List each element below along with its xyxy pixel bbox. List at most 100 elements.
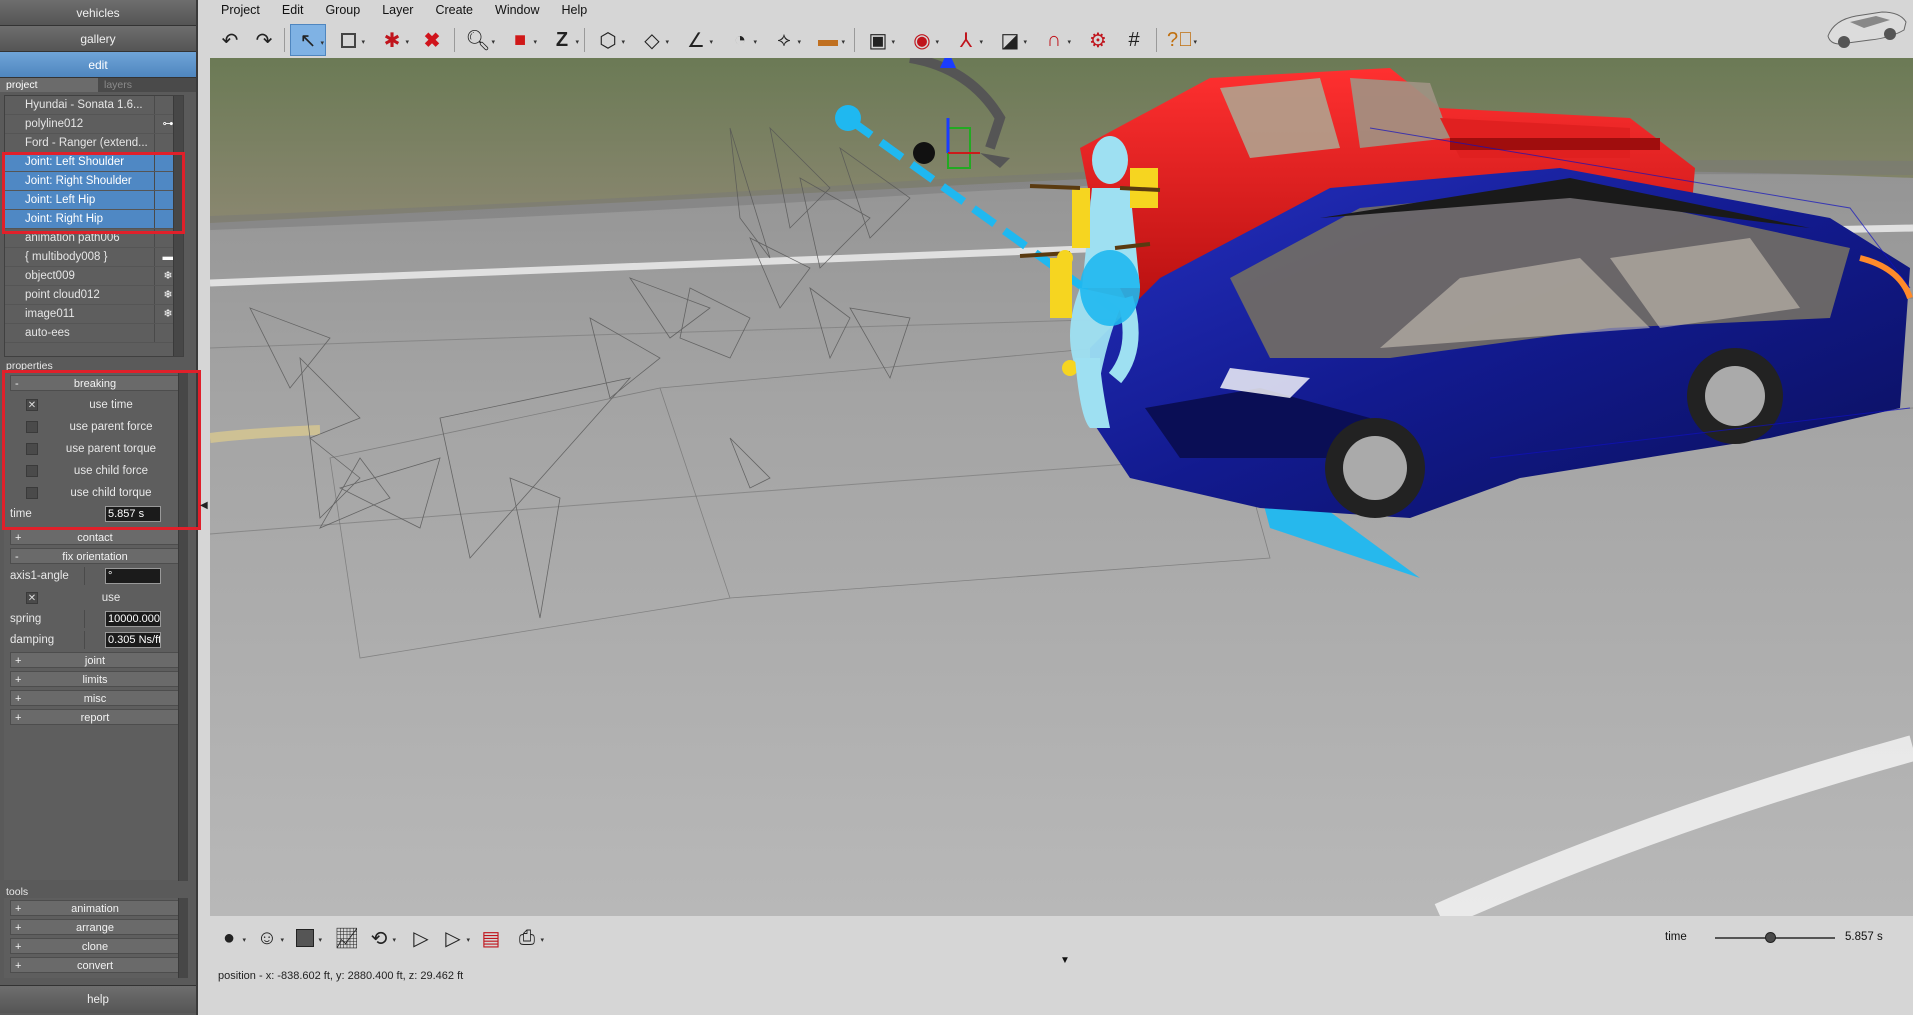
panel-collapse-arrow-icon[interactable]: ◀: [200, 500, 208, 512]
project-item[interactable]: animation path006: [5, 229, 183, 248]
menu-window[interactable]: Window: [484, 0, 550, 20]
project-item[interactable]: Ford - Ranger (extend...: [5, 134, 183, 153]
fix-orientation-use-row: ✕ use: [26, 592, 121, 604]
fix-orientation-use-checkbox[interactable]: ✕: [26, 592, 38, 604]
edit-button[interactable]: edit: [0, 52, 196, 78]
tab-layers[interactable]: layers: [98, 78, 138, 92]
project-item[interactable]: Hyundai - Sonata 1.6...: [5, 96, 183, 115]
project-item-label: object009: [25, 270, 75, 282]
box-icon[interactable]: ⬡ ▾: [590, 24, 626, 56]
menu-project[interactable]: Project: [210, 0, 271, 20]
redo-icon[interactable]: ↷: [246, 24, 282, 56]
contact-group-header[interactable]: + contact: [10, 529, 180, 545]
use-parent-force-checkbox[interactable]: [26, 421, 38, 433]
sphere-shading-icon[interactable]: ● ▾: [212, 922, 246, 954]
properties-scrollbar[interactable]: [178, 373, 188, 881]
damping-row: damping 0.305 Ns/ft: [6, 631, 178, 649]
cube-red-icon[interactable]: ■ ▾: [502, 24, 538, 56]
camera-frame-icon[interactable]: ▣ ▾: [860, 24, 896, 56]
delete-icon[interactable]: ✖: [414, 24, 450, 56]
project-item[interactable]: point cloud012 ❄: [5, 286, 183, 305]
time-slider-knob[interactable]: [1765, 932, 1777, 943]
gallery-button[interactable]: gallery: [0, 26, 196, 52]
project-list-scrollbar[interactable]: [173, 96, 183, 356]
fix-orientation-group-header[interactable]: - fix orientation: [10, 548, 180, 564]
limits-group-header[interactable]: + limits: [10, 671, 180, 687]
settings-gear-icon[interactable]: ⚙: [1080, 24, 1116, 56]
project-item[interactable]: image011 ❄: [5, 305, 183, 324]
menu-help[interactable]: Help: [550, 0, 598, 20]
project-item-selected[interactable]: Joint: Left Hip: [5, 191, 183, 210]
head-view-icon[interactable]: ☺ ▾: [250, 922, 284, 954]
tool-convert[interactable]: + convert: [10, 957, 180, 973]
gauge-icon[interactable]: ◔ ▾: [722, 24, 758, 56]
menu-layer[interactable]: Layer: [371, 0, 424, 20]
tools-scrollbar[interactable]: [178, 898, 188, 978]
help-question-icon[interactable]: ?⃝ ▾: [1162, 24, 1198, 56]
pin-icon[interactable]: ✱ ▾: [374, 24, 410, 56]
project-list: Hyundai - Sonata 1.6... polyline012 ⊶ For…: [4, 95, 184, 357]
tool-clone[interactable]: + clone: [10, 938, 180, 954]
use-child-torque-checkbox[interactable]: [26, 487, 38, 499]
project-item[interactable]: polyline012 ⊶: [5, 115, 183, 134]
report-group-header[interactable]: + report: [10, 709, 180, 725]
undo-icon[interactable]: ↶: [212, 24, 248, 56]
graph-icon[interactable]: 📈︎: [330, 922, 364, 954]
fold-icon[interactable]: ⟡ ▾: [766, 24, 802, 56]
axis1-angle-row: axis1-angle °: [6, 567, 178, 585]
zoom-icon[interactable]: 🔍︎ ▾: [460, 24, 496, 56]
background-color-icon[interactable]: ▾: [288, 922, 322, 954]
vehicles-button[interactable]: vehicles: [0, 0, 196, 26]
render-icon[interactable]: ◪ ▾: [992, 24, 1028, 56]
project-item-selected[interactable]: Joint: Right Hip: [5, 210, 183, 229]
use-child-torque-row: use child torque: [26, 483, 176, 503]
use-child-force-checkbox[interactable]: [26, 465, 38, 477]
tab-project[interactable]: project: [0, 78, 98, 92]
selection-rectangle-icon[interactable]: ▾: [330, 24, 366, 56]
menu-group[interactable]: Group: [314, 0, 371, 20]
magnet-icon[interactable]: ∩ ▾: [1036, 24, 1072, 56]
report-icon[interactable]: ▤: [474, 922, 508, 954]
play-options-icon[interactable]: ▷ ▾: [436, 922, 470, 954]
pdf-icon[interactable]: ⅄ ▾: [948, 24, 984, 56]
spring-input[interactable]: 10000.000: [105, 611, 161, 627]
expand-down-icon[interactable]: ▼: [1060, 955, 1070, 966]
project-item-selected[interactable]: Joint: Right Shoulder: [5, 172, 183, 191]
tool-arrange[interactable]: + arrange: [10, 919, 180, 935]
menu-create[interactable]: Create: [424, 0, 484, 20]
project-item-label: auto-ees: [25, 327, 70, 339]
print-icon[interactable]: ⎙ ▾: [510, 922, 544, 954]
measure-angle-icon[interactable]: ∠ ▾: [678, 24, 714, 56]
project-item[interactable]: object009 ❄: [5, 267, 183, 286]
project-item-label: animation path006: [25, 232, 120, 244]
plane-icon[interactable]: ◇ ▾: [634, 24, 670, 56]
record-icon[interactable]: ◉ ▾: [904, 24, 940, 56]
project-item[interactable]: auto-ees: [5, 324, 183, 343]
expand-icon: +: [15, 693, 22, 705]
path-settings-icon[interactable]: ⟲ ▾: [362, 922, 396, 954]
damping-input[interactable]: 0.305 Ns/ft: [105, 632, 161, 648]
expand-icon: +: [15, 712, 22, 724]
grid-icon[interactable]: #: [1116, 24, 1152, 56]
tool-animation[interactable]: + animation: [10, 900, 180, 916]
joint-group-header[interactable]: + joint: [10, 652, 180, 668]
z-axis-icon[interactable]: Z ▾: [544, 24, 580, 56]
collapse-icon: -: [15, 378, 19, 390]
project-item[interactable]: { multibody008 } ▬: [5, 248, 183, 267]
misc-group-header[interactable]: + misc: [10, 690, 180, 706]
breaking-group-header[interactable]: - breaking: [10, 375, 180, 391]
use-time-checkbox[interactable]: ✕: [26, 399, 38, 411]
axis1-angle-input[interactable]: °: [105, 568, 161, 584]
use-parent-torque-checkbox[interactable]: [26, 443, 38, 455]
time-label: time: [1665, 931, 1687, 943]
project-item-selected[interactable]: Joint: Left Shoulder: [5, 153, 183, 172]
play-icon[interactable]: ▷: [404, 922, 438, 954]
ruler-icon[interactable]: ▬ ▾: [810, 24, 846, 56]
menu-edit[interactable]: Edit: [271, 0, 315, 20]
scene-render[interactable]: [210, 58, 1913, 916]
3d-viewport[interactable]: [210, 58, 1913, 916]
select-arrow-icon[interactable]: ↖ ▾: [290, 24, 326, 56]
breaking-time-input[interactable]: 5.857 s: [105, 506, 161, 522]
project-item-label: Joint: Right Shoulder: [25, 175, 132, 187]
help-button[interactable]: help: [0, 985, 196, 1013]
